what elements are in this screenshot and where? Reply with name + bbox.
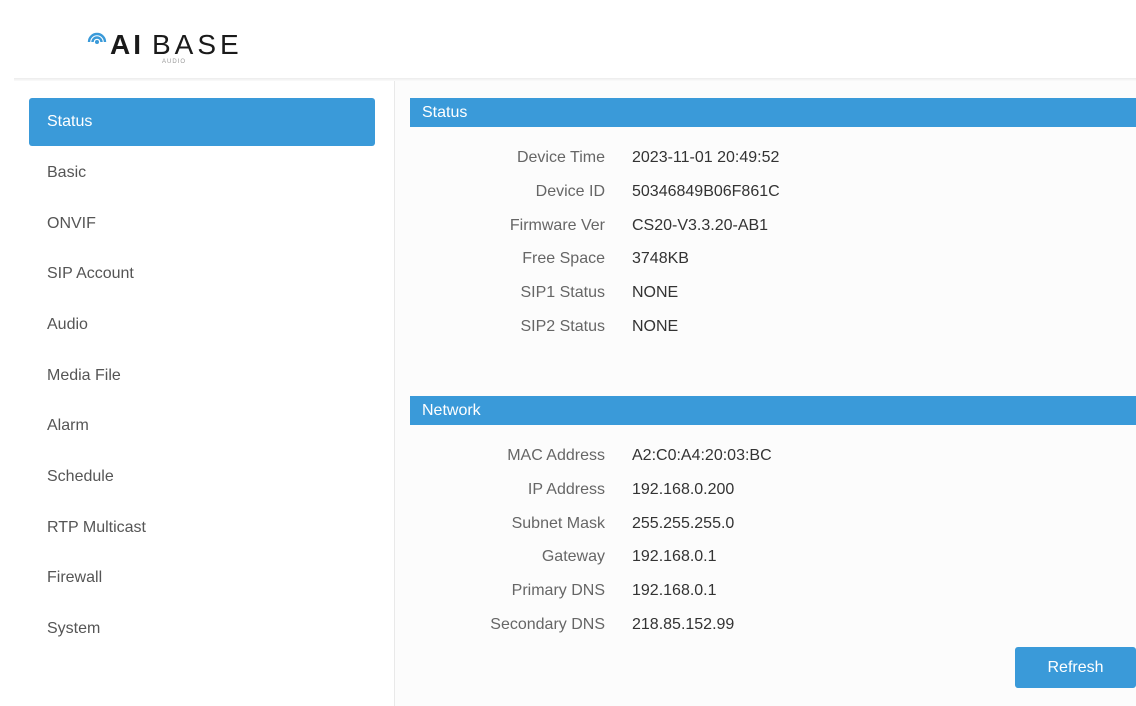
network-section-header: Network — [410, 396, 1136, 425]
field-value: 2023-11-01 20:49:52 — [632, 149, 780, 166]
main-content: Status Device Time 2023-11-01 20:49:52 D… — [395, 81, 1136, 706]
status-row: Device ID 50346849B06F861C — [395, 177, 1136, 207]
field-label: Primary DNS — [511, 582, 605, 599]
sidebar-item-media-file[interactable]: Media File — [29, 352, 375, 400]
field-label: IP Address — [527, 481, 605, 498]
brand-name-light: BASE — [152, 29, 243, 60]
field-label: Gateway — [541, 548, 605, 565]
status-row: Free Space 3748KB — [395, 244, 1136, 274]
status-row: Device Time 2023-11-01 20:49:52 — [395, 143, 1136, 173]
field-label: Device Time — [516, 149, 605, 166]
field-value: 192.168.0.200 — [632, 481, 735, 498]
sidebar-item-onvif[interactable]: ONVIF — [29, 200, 375, 248]
refresh-button[interactable]: Refresh — [1015, 647, 1136, 688]
sidebar-item-audio[interactable]: Audio — [29, 301, 375, 349]
sidebar-item-status[interactable]: Status — [29, 98, 375, 146]
sidebar-item-firewall[interactable]: Firewall — [29, 554, 375, 602]
sidebar-item-sip-account[interactable]: SIP Account — [29, 250, 375, 298]
sidebar-item-alarm[interactable]: Alarm — [29, 402, 375, 450]
field-value: A2:C0:A4:20:03:BC — [632, 447, 772, 464]
field-label: SIP2 Status — [520, 318, 606, 335]
network-row: Secondary DNS 218.85.152.99 — [395, 610, 1136, 640]
field-label: MAC Address — [507, 447, 605, 464]
field-label: Firmware Ver — [509, 217, 605, 234]
network-row: Subnet Mask 255.255.255.0 — [395, 509, 1136, 539]
sidebar-item-rtp-multicast[interactable]: RTP Multicast — [29, 504, 375, 552]
field-value: CS20-V3.3.20-AB1 — [632, 217, 769, 234]
field-label: SIP1 Status — [520, 284, 606, 301]
field-value: 50346849B06F861C — [632, 183, 780, 200]
sidebar-item-basic[interactable]: Basic — [29, 149, 375, 197]
sidebar-item-system[interactable]: System — [29, 605, 375, 653]
field-value: 255.255.255.0 — [632, 515, 735, 532]
field-label: Free Space — [522, 250, 605, 267]
network-row: MAC Address A2:C0:A4:20:03:BC — [395, 441, 1136, 471]
brand-subtitle: AUDIO — [162, 59, 187, 65]
header: AI BASE AUDIO — [0, 0, 1136, 80]
field-value: NONE — [632, 318, 679, 335]
status-row: SIP2 Status NONE — [395, 312, 1136, 342]
brand-logo: AI BASE AUDIO — [84, 26, 274, 70]
field-value: 192.168.0.1 — [632, 548, 717, 565]
sidebar: Status Basic ONVIF SIP Account Audio Med… — [14, 81, 395, 706]
network-row: IP Address 192.168.0.200 — [395, 475, 1136, 505]
field-label: Secondary DNS — [490, 616, 605, 633]
field-label: Device ID — [535, 183, 605, 200]
network-row: Gateway 192.168.0.1 — [395, 542, 1136, 572]
field-label: Subnet Mask — [511, 515, 605, 532]
field-value: NONE — [632, 284, 679, 301]
field-value: 3748KB — [632, 250, 689, 267]
status-row: Firmware Ver CS20-V3.3.20-AB1 — [395, 211, 1136, 241]
network-row: Primary DNS 192.168.0.1 — [395, 576, 1136, 606]
signal-logo-icon — [87, 32, 107, 44]
field-value: 218.85.152.99 — [632, 616, 735, 633]
status-section-header: Status — [410, 98, 1136, 127]
field-value: 192.168.0.1 — [632, 582, 717, 599]
status-row: SIP1 Status NONE — [395, 278, 1136, 308]
sidebar-item-schedule[interactable]: Schedule — [29, 453, 375, 501]
brand-name-bold: AI — [110, 29, 144, 60]
